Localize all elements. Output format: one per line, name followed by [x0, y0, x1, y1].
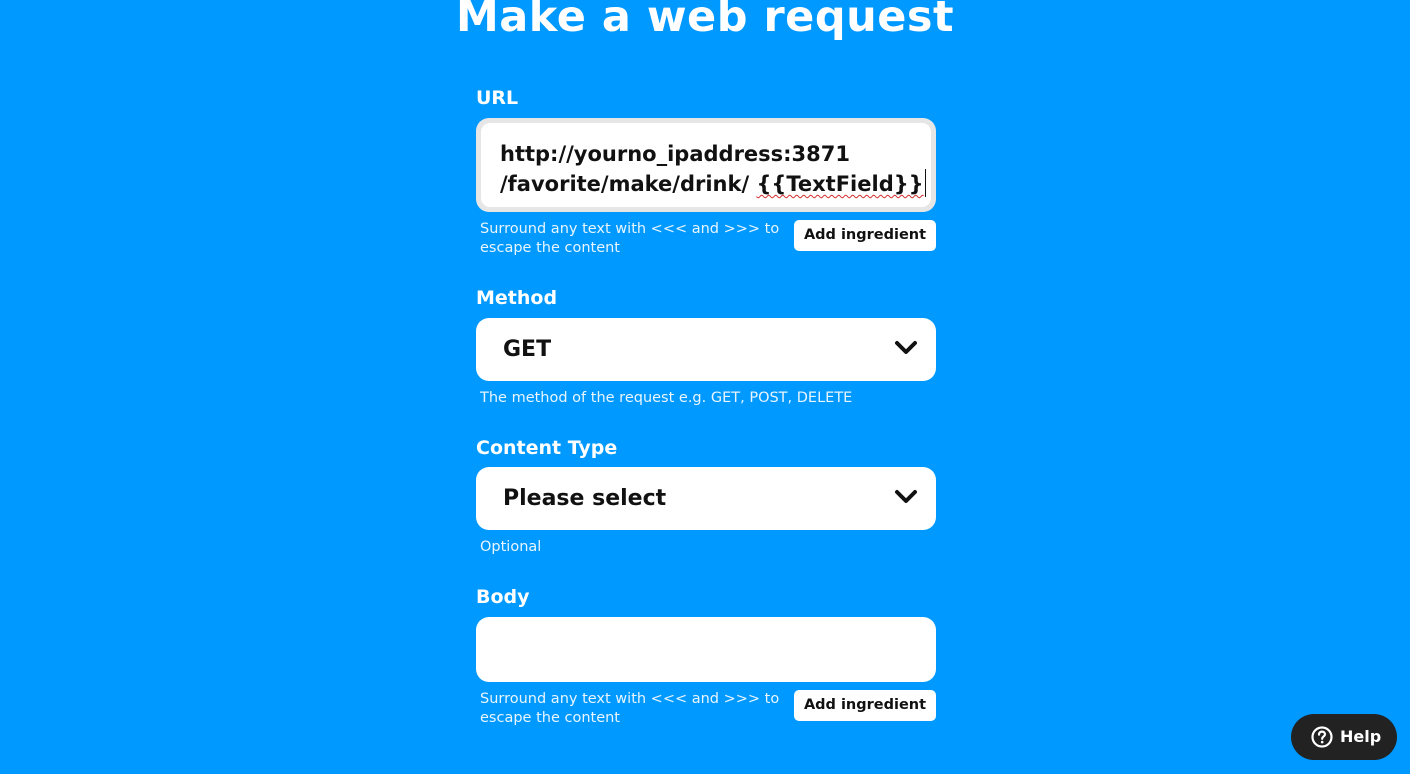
content-type-selected-value: Please select — [503, 486, 667, 511]
method-select[interactable]: GET — [476, 318, 936, 381]
chevron-down-icon — [895, 341, 917, 354]
help-button[interactable]: Help — [1291, 714, 1397, 760]
question-circle-icon — [1311, 726, 1333, 748]
method-label: Method — [476, 287, 558, 309]
url-label: URL — [476, 87, 519, 109]
method-selected-value: GET — [503, 337, 552, 362]
content-type-helper-text: Optional — [480, 539, 542, 555]
help-label: Help — [1340, 727, 1382, 746]
url-value-line-2: /favorite/make/drink/ {{TextField}} — [500, 169, 926, 198]
page-title: Make a web request — [455, 0, 955, 42]
method-helper-text: The method of the request e.g. GET, POST… — [480, 390, 853, 406]
body-helper-text: Surround any text with <<< and >>> to es… — [480, 691, 780, 726]
text-cursor — [924, 169, 926, 197]
url-field[interactable]: http://yourno_ipaddress:3871 /favorite/m… — [476, 118, 936, 212]
url-helper-text: Surround any text with <<< and >>> to es… — [480, 221, 780, 256]
body-add-ingredient-button[interactable]: Add ingredient — [794, 690, 936, 721]
url-add-ingredient-button[interactable]: Add ingredient — [794, 220, 936, 251]
body-input[interactable] — [476, 617, 936, 682]
url-input[interactable]: http://yourno_ipaddress:3871 /favorite/m… — [481, 123, 931, 207]
content-type-label: Content Type — [476, 437, 618, 459]
chevron-down-icon — [895, 490, 917, 503]
url-path-text: /favorite/make/drink/ — [500, 172, 757, 196]
url-value-line-1: http://yourno_ipaddress:3871 — [500, 142, 851, 166]
textfield-ingredient-token: {{TextField}} — [756, 172, 924, 196]
body-label: Body — [476, 586, 530, 608]
content-type-select[interactable]: Please select — [476, 467, 936, 530]
